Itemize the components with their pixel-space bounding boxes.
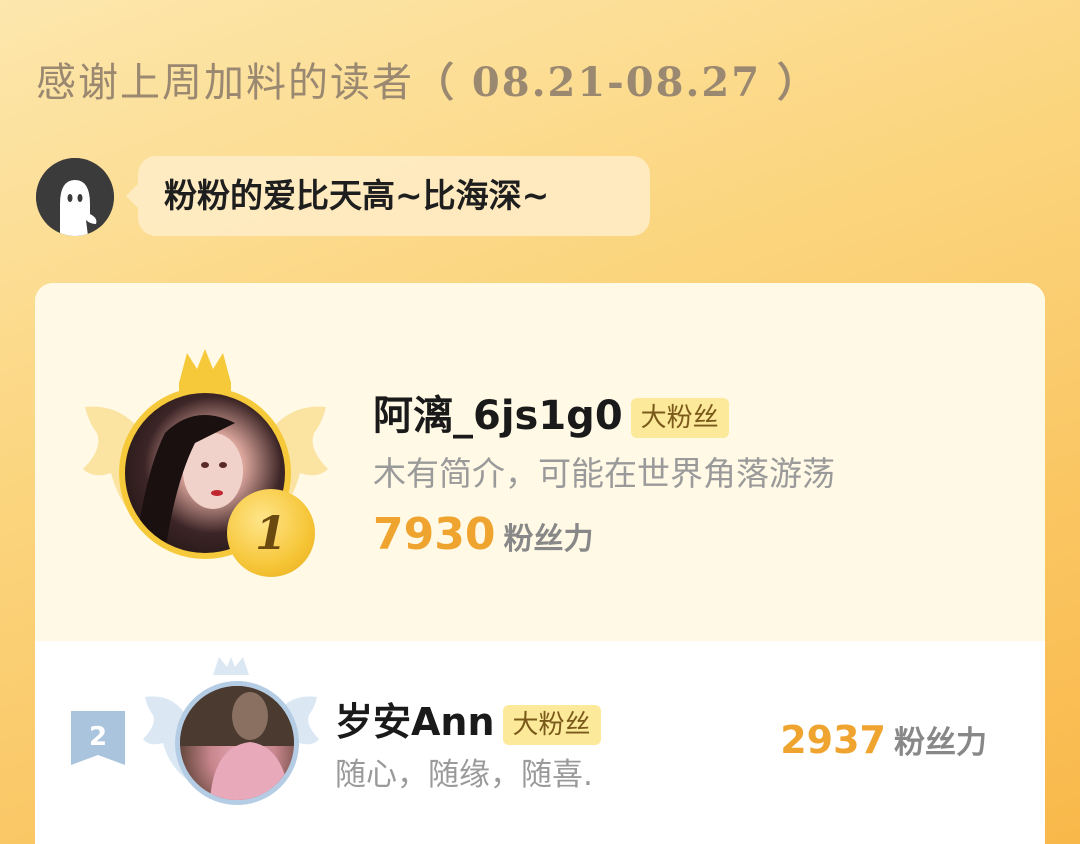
- ranking-row-1[interactable]: 1 阿漓_6js1g0 大粉丝 木有简介，可能在世界角落游荡 7930 粉丝力: [35, 283, 1045, 641]
- fan-bio: 随心，随缘，随喜.: [335, 757, 593, 793]
- fan-level-badge: 大粉丝: [630, 398, 729, 438]
- fan-ranking-card: 1 阿漓_6js1g0 大粉丝 木有简介，可能在世界角落游荡 7930 粉丝力 2 …: [35, 283, 1045, 844]
- fan-name: 岁安Ann 大粉丝: [335, 691, 601, 746]
- ranking-row-2[interactable]: 2 岁安Ann 大粉丝 随心，随缘，随喜. 2937 粉丝力: [35, 641, 1045, 811]
- fan-name: 阿漓_6js1g0 大粉丝: [373, 383, 729, 441]
- rank-medal: 1: [227, 489, 315, 577]
- rank-number: 2: [89, 722, 107, 752]
- score-value: 2937: [780, 718, 886, 762]
- score-unit: 粉丝力: [894, 725, 987, 761]
- fan-name-text: 阿漓_6js1g0: [373, 393, 623, 439]
- ghost-icon[interactable]: [36, 158, 114, 236]
- fan-score: 7930 粉丝力: [373, 509, 593, 560]
- fan-score: 2937 粉丝力: [780, 717, 987, 762]
- title-text: 感谢上周加料的读者: [36, 60, 414, 106]
- date-range: （ 08.21-08.27 ）: [414, 59, 819, 106]
- page-title: 感谢上周加料的读者（ 08.21-08.27 ）: [36, 50, 819, 108]
- rank-flag-icon: 2: [71, 711, 125, 765]
- fan-level-badge: 大粉丝: [502, 704, 601, 745]
- message-row: 粉粉的爱比天高~比海深~: [36, 156, 676, 238]
- fan-bio: 木有简介，可能在世界角落游荡: [373, 454, 835, 493]
- message-bubble: 粉粉的爱比天高~比海深~: [126, 156, 650, 236]
- fan-name-text: 岁安Ann: [335, 700, 495, 744]
- score-value: 7930: [373, 509, 496, 560]
- avatar[interactable]: [175, 681, 299, 805]
- score-unit: 粉丝力: [503, 522, 594, 557]
